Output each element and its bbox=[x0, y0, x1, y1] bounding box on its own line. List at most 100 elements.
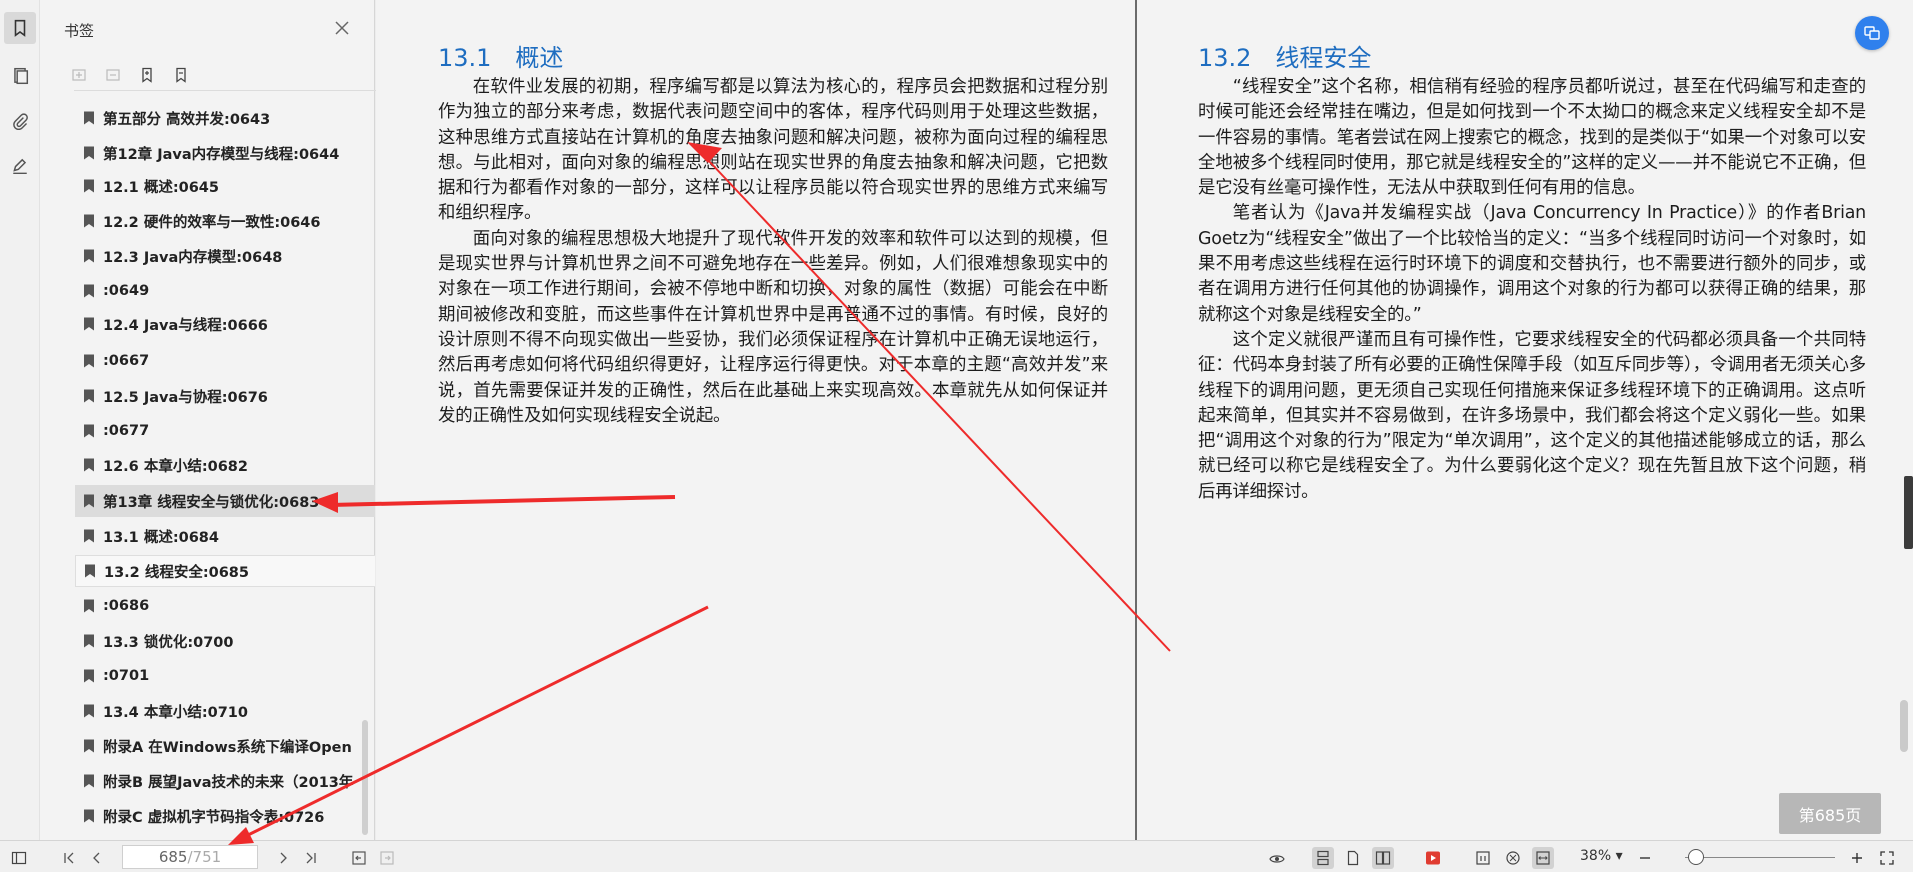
bookmark-label: :0667 bbox=[103, 353, 150, 369]
bookmark-icon bbox=[84, 249, 94, 263]
bookmark-icon bbox=[84, 389, 94, 403]
add-bookmark-button[interactable] bbox=[68, 64, 90, 86]
bookmark-panel-button[interactable] bbox=[4, 12, 36, 44]
bookmark-item[interactable]: :0677 bbox=[75, 415, 375, 447]
translate-button[interactable] bbox=[1855, 16, 1889, 50]
bookmark-icon bbox=[84, 774, 94, 788]
two-page-button[interactable] bbox=[1372, 847, 1394, 869]
back-button[interactable] bbox=[348, 847, 370, 869]
bookmark-label: 13.1 概述:0684 bbox=[103, 529, 219, 546]
bookmark-item[interactable]: 附录C 虚拟机字节码指令表:0726 bbox=[75, 800, 375, 832]
translate-icon bbox=[1864, 26, 1880, 40]
actual-size-icon bbox=[1476, 851, 1490, 865]
status-bar: 685/751 38% ▾ bbox=[0, 840, 1913, 872]
bookmark-item[interactable]: 12.6 本章小结:0682 bbox=[75, 449, 375, 481]
continuous-view-button[interactable] bbox=[1312, 847, 1334, 869]
bookmark-item[interactable]: 12.2 硬件的效率与一致性:0646 bbox=[75, 205, 375, 237]
plus-icon bbox=[1852, 853, 1862, 863]
bookmark-icon bbox=[84, 704, 94, 718]
zoom-slider-handle[interactable] bbox=[1688, 849, 1704, 865]
bookmark-expand-button[interactable] bbox=[136, 64, 158, 86]
bookmark-item[interactable]: 12.1 概述:0645 bbox=[75, 170, 375, 202]
paragraph: 面向对象的编程思想极大地提升了现代软件开发的效率和软件可以达到的规模，但是现实世… bbox=[438, 228, 1108, 426]
toggle-sidebar-button[interactable] bbox=[8, 847, 30, 869]
bookmark-label: :0677 bbox=[103, 423, 150, 439]
bookmark-item[interactable]: 第12章 Java内存模型与线程:0644 bbox=[75, 137, 375, 169]
bookmark-icon bbox=[84, 111, 94, 125]
zoom-in-button[interactable] bbox=[1846, 847, 1868, 869]
bookmark-label: :0686 bbox=[103, 598, 150, 614]
bookmark-toolbar bbox=[40, 58, 375, 92]
add-bookmark-icon bbox=[72, 69, 86, 81]
single-page-button[interactable] bbox=[1342, 847, 1364, 869]
bookmark-icon bbox=[84, 458, 94, 472]
bookmark-item[interactable]: :0701 bbox=[75, 660, 375, 692]
fullscreen-icon bbox=[1880, 851, 1894, 865]
page-number-input[interactable]: 685/751 bbox=[122, 845, 258, 869]
bookmark-item[interactable]: :0667 bbox=[75, 345, 375, 377]
close-icon[interactable] bbox=[332, 18, 352, 38]
bookmark-icon bbox=[85, 564, 95, 578]
bookmark-label: 13.4 本章小结:0710 bbox=[103, 704, 248, 721]
bookmark-label: :0649 bbox=[103, 283, 150, 299]
bookmark-item[interactable]: 附录B 展望Java技术的未来（2013年 bbox=[75, 765, 375, 797]
bookmark-item[interactable]: 13.2 线程安全:0685 bbox=[75, 555, 375, 587]
zoom-slider-track[interactable] bbox=[1685, 857, 1835, 858]
bookmark-item[interactable]: 13.1 概述:0684 bbox=[75, 520, 375, 552]
paragraph: 这个定义就很严谨而且有可操作性，它要求线程安全的代码都必须具备一个共同特征：代码… bbox=[1198, 329, 1866, 502]
total-pages: /751 bbox=[187, 848, 222, 866]
bookmark-icon bbox=[14, 19, 26, 37]
zoom-level: 38% bbox=[1580, 848, 1612, 864]
first-page-icon bbox=[64, 852, 74, 864]
bookmark-item[interactable]: 12.3 Java内存模型:0648 bbox=[75, 240, 375, 272]
bookmark-item[interactable]: 12.4 Java与线程:0666 bbox=[75, 308, 375, 340]
bookmark-icon bbox=[84, 494, 94, 508]
prev-page-button[interactable] bbox=[86, 847, 108, 869]
section-heading: 13.2 线程安全 bbox=[1198, 44, 1372, 72]
bookmark-label: 12.3 Java内存模型:0648 bbox=[103, 249, 283, 266]
fit-width-button[interactable] bbox=[1532, 847, 1554, 869]
bookmark-item[interactable]: 12.5 Java与协程:0676 bbox=[75, 380, 375, 412]
bookmark-icon bbox=[84, 634, 94, 648]
bookmark-scrollbar[interactable] bbox=[362, 720, 368, 835]
zoom-out-button[interactable] bbox=[1634, 847, 1656, 869]
zoom-dropdown[interactable]: 38% ▾ bbox=[1580, 848, 1623, 864]
section-heading: 13.1 概述 bbox=[438, 44, 564, 72]
continuous-pages-icon bbox=[1317, 850, 1329, 866]
bookmark-item[interactable]: 13.3 锁优化:0700 bbox=[75, 625, 375, 657]
bookmark-panel: 书签 第五部分 高效并发:0643 第12章 Java内存模型与线程:0644 12… bbox=[40, 0, 396, 840]
bookmark-list: 第五部分 高效并发:0643 第12章 Java内存模型与线程:0644 12.1 … bbox=[40, 102, 375, 835]
bookmark-item[interactable]: :0686 bbox=[75, 590, 375, 622]
bookmark-item[interactable]: 第五部分 高效并发:0643 bbox=[75, 102, 375, 134]
first-page-button[interactable] bbox=[58, 847, 80, 869]
remove-bookmark-button[interactable] bbox=[102, 64, 124, 86]
last-page-button[interactable] bbox=[300, 847, 322, 869]
bookmark-item[interactable]: 附录A 在Windows系统下编译Open bbox=[75, 730, 375, 762]
eye-protection-button[interactable] bbox=[1266, 847, 1288, 869]
bookmark-label: 第13章 线程安全与锁优化:0683 bbox=[103, 494, 320, 511]
bookmark-expand-icon bbox=[142, 67, 152, 83]
bookmark-label: 12.5 Java与协程:0676 bbox=[103, 389, 268, 406]
fullscreen-button[interactable] bbox=[1876, 847, 1898, 869]
bookmark-collapse-button[interactable] bbox=[170, 64, 192, 86]
signature-panel-button[interactable] bbox=[4, 150, 36, 182]
thumbnail-panel-button[interactable] bbox=[4, 60, 36, 92]
bookmark-icon bbox=[84, 354, 94, 368]
attachment-panel-button[interactable] bbox=[4, 105, 36, 137]
eye-icon bbox=[1269, 855, 1285, 863]
fit-page-button[interactable] bbox=[1502, 847, 1524, 869]
play-button[interactable] bbox=[1422, 847, 1444, 869]
bookmark-icon bbox=[84, 599, 94, 613]
bookmark-icon bbox=[84, 317, 94, 331]
bookmark-label: 附录A 在Windows系统下编译Open bbox=[103, 739, 352, 756]
fit-page-icon bbox=[1506, 851, 1520, 865]
bookmark-item[interactable]: 13.4 本章小结:0710 bbox=[75, 695, 375, 727]
document-scrollbar[interactable] bbox=[1900, 700, 1908, 752]
chevron-right-icon bbox=[280, 852, 287, 864]
bookmark-item[interactable]: 第13章 线程安全与锁优化:0683 bbox=[75, 485, 375, 517]
bookmark-item[interactable]: :0649 bbox=[75, 275, 375, 307]
bookmark-label: 12.2 硬件的效率与一致性:0646 bbox=[103, 214, 321, 231]
next-page-button[interactable] bbox=[272, 847, 294, 869]
actual-size-button[interactable] bbox=[1472, 847, 1494, 869]
forward-button[interactable] bbox=[376, 847, 398, 869]
